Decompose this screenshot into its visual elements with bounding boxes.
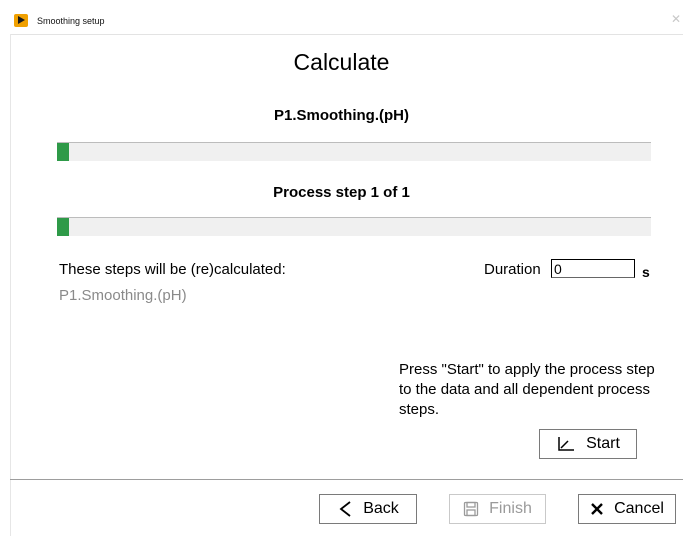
step-progress-bar: [57, 217, 651, 236]
chevron-left-icon: [337, 500, 353, 518]
instructions-text: Press "Start" to apply the process step …: [399, 361, 655, 418]
finish-button-label: Finish: [489, 500, 532, 517]
process-name: P1.Smoothing.(pH): [274, 107, 409, 124]
page-title: Calculate: [293, 49, 390, 75]
cancel-button[interactable]: Cancel: [578, 494, 676, 524]
cancel-button-label: Cancel: [614, 500, 664, 517]
steps-list-item: P1.Smoothing.(pH): [59, 287, 187, 304]
finish-button[interactable]: Finish: [449, 494, 546, 524]
save-icon: [463, 501, 479, 517]
back-button[interactable]: Back: [319, 494, 417, 524]
duration-label: Duration: [484, 261, 541, 278]
footer-divider: [10, 479, 683, 480]
close-icon: [590, 502, 604, 516]
start-button[interactable]: Start: [539, 429, 637, 459]
window-close-icon[interactable]: ✕: [671, 12, 681, 26]
duration-unit: s: [642, 264, 650, 280]
process-step-counter: Process step 1 of 1: [273, 184, 410, 201]
title-bar: Smoothing setup ✕: [10, 8, 683, 35]
back-button-label: Back: [363, 500, 399, 517]
overall-progress-bar: [57, 142, 651, 161]
app-icon: [14, 14, 28, 27]
window-title: Smoothing setup: [37, 16, 105, 26]
start-button-label: Start: [586, 435, 620, 452]
overall-progress-fill: [57, 143, 69, 161]
duration-field[interactable]: [551, 259, 635, 278]
steps-label: These steps will be (re)calculated:: [59, 261, 286, 278]
chart-line-icon: [556, 435, 576, 453]
step-progress-fill: [57, 218, 69, 236]
